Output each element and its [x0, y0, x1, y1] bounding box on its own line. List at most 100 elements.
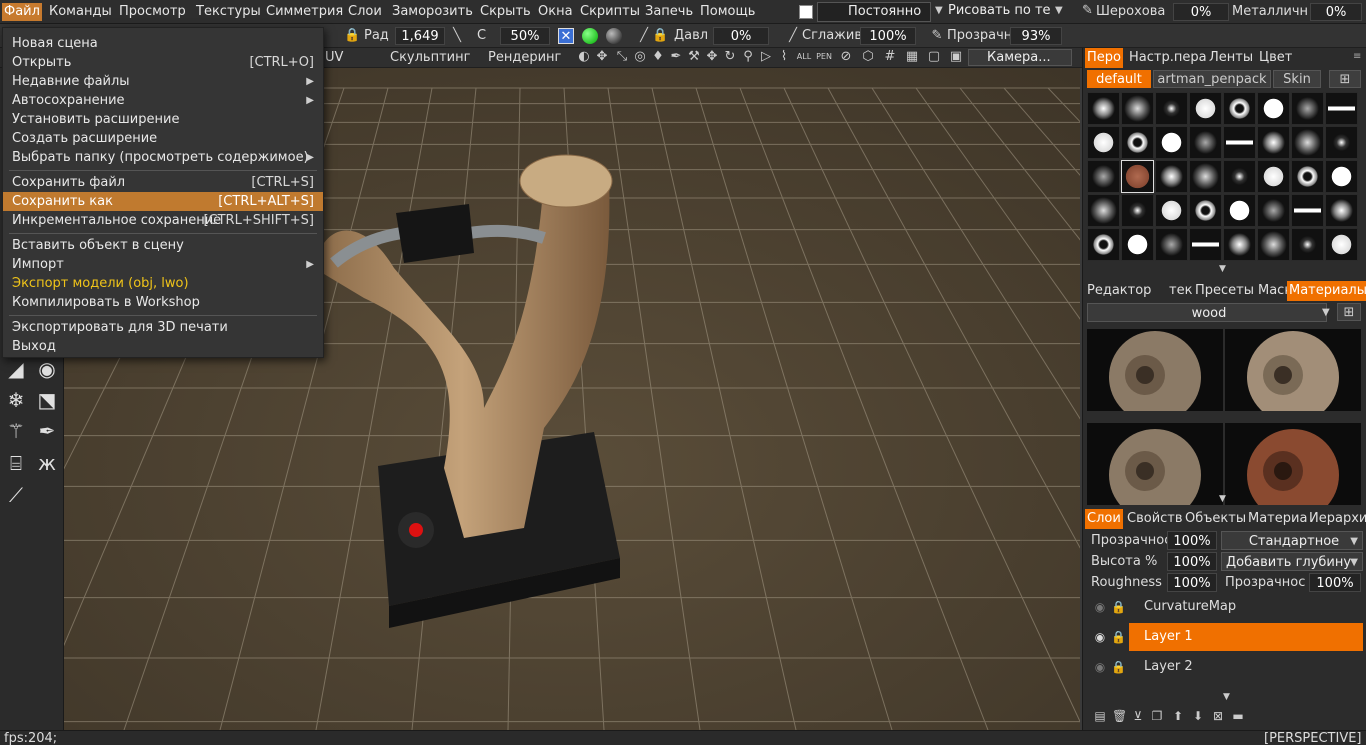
lock-icon[interactable]: 🔒 — [1111, 630, 1126, 644]
pen-icon[interactable]: ╱ — [636, 28, 652, 44]
menu-open[interactable]: Открыть [CTRL+O] — [3, 53, 323, 72]
brush-thumbnail[interactable] — [1291, 194, 1324, 227]
knife-icon[interactable]: ⚒ — [686, 49, 702, 65]
tab-pen[interactable]: Перо — [1085, 48, 1123, 68]
chevron-down-icon[interactable]: ▼ — [1322, 307, 1330, 318]
arrow-up-icon[interactable]: ⬆ — [1171, 709, 1185, 723]
move-icon[interactable]: ✥ — [704, 49, 720, 65]
move-icon[interactable]: ✥ — [594, 49, 610, 65]
tab-presets[interactable]: Пресеты — [1193, 281, 1256, 301]
forbidden-icon[interactable]: ⊘ — [838, 49, 854, 65]
brush-thumbnail[interactable] — [1155, 92, 1188, 125]
menu-recent-files[interactable]: Недавние файлы ▶ — [3, 72, 323, 91]
preset-default[interactable]: default — [1087, 70, 1151, 88]
eye-icon[interactable]: ◉ — [1093, 630, 1107, 644]
brush-thumbnail[interactable] — [1189, 92, 1222, 125]
lock-icon[interactable]: 🔒 — [652, 28, 668, 44]
new-layer-icon[interactable]: ▤ — [1093, 709, 1107, 723]
all-icon[interactable]: ALL — [796, 49, 812, 65]
butterfly-icon[interactable]: ж — [33, 449, 61, 477]
lock-icon[interactable]: 🔒 — [1111, 600, 1126, 614]
brush-thumbnail[interactable] — [1257, 126, 1290, 159]
material-preview[interactable] — [1225, 329, 1361, 411]
dark-sphere-icon[interactable] — [606, 28, 622, 44]
chevron-down-icon[interactable]: ▼ — [1055, 5, 1063, 16]
menu-bake[interactable]: Запечь — [643, 3, 695, 21]
lock-icon[interactable]: 🔒 — [1111, 660, 1126, 674]
brush-thumbnail[interactable] — [1325, 228, 1358, 261]
brush-thumbnail[interactable] — [1291, 92, 1324, 125]
brush-thumbnail[interactable] — [1155, 228, 1188, 261]
chevron-down-icon[interactable]: ▼ — [935, 5, 943, 16]
nudge-icon[interactable]: ▷ — [758, 49, 774, 65]
menu-textures[interactable]: Текстуры — [194, 3, 263, 21]
menu-freeze[interactable]: Заморозить — [390, 3, 475, 21]
roughness-layer-input[interactable]: 100% — [1167, 573, 1217, 592]
brush-thumbnail[interactable] — [1257, 92, 1290, 125]
material-preview[interactable] — [1225, 423, 1361, 505]
duplicate-icon[interactable]: ❐ — [1150, 709, 1164, 723]
brush-thumbnail[interactable] — [1121, 194, 1154, 227]
brush-thumbnail[interactable] — [1325, 194, 1358, 227]
menu-create-extension[interactable]: Создать расширение — [3, 129, 323, 148]
dropper-icon[interactable]: ✒ — [668, 49, 684, 65]
magnify-icon[interactable]: ⚲ — [740, 49, 756, 65]
brush-thumbnail[interactable] — [1223, 160, 1256, 193]
brush-thumbnail[interactable] — [1257, 194, 1290, 227]
brush-thumbnail[interactable] — [1087, 92, 1120, 125]
tab-objects[interactable]: Объекты — [1183, 509, 1248, 529]
menu-symmetry[interactable]: Симметрия — [264, 3, 345, 21]
drop-icon[interactable]: ♦ — [650, 49, 666, 65]
layer-row[interactable]: ◉ 🔒 CurvatureMap — [1091, 593, 1365, 621]
mode-select[interactable]: Постоянно — [817, 2, 931, 22]
menu-incremental-save[interactable]: Инкрементальное сохранение [CTRL+SHIFT+S] — [3, 211, 323, 230]
blend-mode-select[interactable]: Стандартное ▼ — [1221, 531, 1363, 550]
menu-exit[interactable]: Выход — [3, 337, 323, 356]
pen-tool-icon[interactable]: ✒ — [33, 417, 61, 445]
brush-thumbnail[interactable] — [1087, 160, 1120, 193]
brush-thumbnail[interactable] — [1087, 194, 1120, 227]
brush-thumbnail[interactable] — [1223, 126, 1256, 159]
brush-thumbnail[interactable] — [1189, 160, 1222, 193]
tab-properties[interactable]: Свойств — [1125, 509, 1185, 529]
menu-export-model[interactable]: Экспорт модели (obj, lwo) — [3, 274, 323, 293]
eye-icon[interactable]: ◉ — [1093, 660, 1107, 674]
arrow-down-icon[interactable]: ⬇ — [1191, 709, 1205, 723]
chevron-down-icon[interactable]: ▼ — [1219, 264, 1226, 274]
brush-thumbnail[interactable] — [1121, 92, 1154, 125]
brush-thumbnail[interactable] — [1325, 92, 1358, 125]
tab-textures[interactable]: тек — [1167, 281, 1194, 301]
clear-icon[interactable]: ⊠ — [1211, 709, 1225, 723]
tab-uv[interactable]: UV — [325, 49, 343, 66]
brush-thumbnail[interactable] — [1121, 160, 1154, 193]
eraser-icon[interactable]: ◢ — [2, 355, 30, 383]
tab-color[interactable]: Цвет — [1257, 48, 1294, 68]
cross-icon[interactable]: ✕ — [558, 28, 574, 44]
menu-commands[interactable]: Команды — [47, 3, 114, 21]
menu-save-as[interactable]: Сохранить как [CTRL+ALT+S] — [3, 192, 323, 211]
pen-mode-icon[interactable]: PEN — [816, 49, 832, 65]
half-circle-icon[interactable]: ◐ — [576, 49, 592, 65]
grid-icon[interactable]: # — [882, 49, 898, 65]
menu-choose-folder[interactable]: Выбрать папку (просмотреть содержимое) ▶ — [3, 148, 323, 167]
frame-icon[interactable]: ▢ — [926, 49, 942, 65]
brush-thumbnail[interactable] — [1257, 228, 1290, 261]
stroke-icon[interactable]: ⌇ — [776, 49, 792, 65]
add-preset-icon[interactable]: ⊞ — [1329, 70, 1361, 88]
material-preview[interactable] — [1087, 329, 1223, 411]
menu-layers[interactable]: Слои — [346, 3, 384, 21]
tab-render[interactable]: Рендеринг — [488, 49, 561, 66]
paint-mode-select[interactable]: Рисовать по те — [946, 2, 1052, 22]
brush-thumbnail[interactable] — [1223, 194, 1256, 227]
layer-row[interactable]: ◉ 🔒 Layer 1 — [1091, 623, 1365, 651]
iron-icon[interactable]: ⌸ — [2, 449, 30, 477]
c-input[interactable]: 50% — [500, 27, 550, 45]
mode-checkbox[interactable] — [799, 5, 813, 19]
tab-pen-settings[interactable]: Настр.пера — [1127, 48, 1209, 68]
ruler-icon[interactable]: ⟋ — [2, 481, 30, 509]
menu-hide[interactable]: Скрыть — [478, 3, 533, 21]
menu-view[interactable]: Просмотр — [117, 3, 188, 21]
brush-thumbnail[interactable] — [1155, 194, 1188, 227]
roughness-input[interactable]: 0% — [1173, 3, 1229, 21]
chevron-down-icon[interactable]: ▼ — [1223, 692, 1230, 702]
